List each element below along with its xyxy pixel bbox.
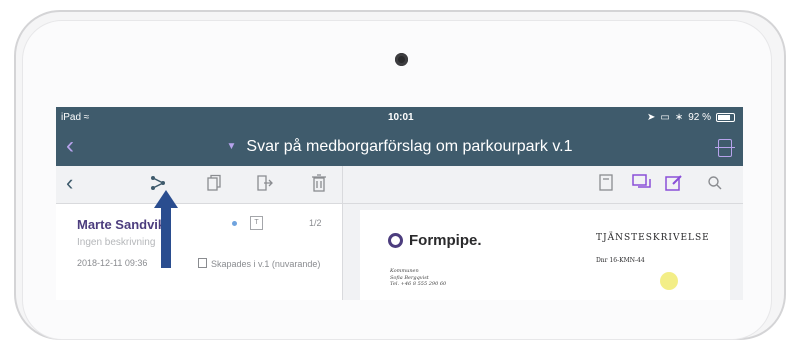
touch-pointer [660, 272, 678, 290]
document-number: Dnr 16-KMN-44 [596, 257, 645, 264]
list-item-name: Marte Sandvik [77, 217, 166, 232]
camera [395, 53, 408, 66]
comment-icon[interactable] [632, 174, 652, 194]
list-item-description: Ingen beskrivning [77, 237, 156, 248]
document-meta: Kommunen Sofia Bergqvist Tel. +46 8 555 … [390, 268, 446, 288]
screen-mirror-icon: ▭ [660, 112, 670, 123]
file-list-pane: Marte Sandvik T 1/2 Ingen beskrivning 20… [56, 204, 342, 300]
document-version: v.1 [552, 138, 573, 155]
document-icon[interactable] [599, 174, 613, 194]
wifi-icon: ≈ [83, 112, 90, 123]
brand-logo: Formpipe. [388, 232, 482, 249]
status-time: 10:01 [388, 112, 414, 123]
nav-bar: ‹ ▼ Svar på medborgarförslag om parkourpa… [56, 129, 743, 166]
status-right: ➤ ▭ ∗ 92 % [647, 112, 735, 123]
search-icon[interactable] [707, 174, 723, 194]
back-icon[interactable]: ‹ [66, 170, 73, 195]
status-device: iPad ≈ [61, 112, 90, 123]
brand-name: Formpipe. [409, 232, 482, 249]
file-type-icon: T [250, 216, 263, 230]
meta-line: Tel. +46 8 555 290 60 [390, 281, 447, 287]
battery-icon [716, 113, 735, 122]
list-item-date: 2018-12-11 09:36 [77, 258, 148, 268]
document-type: TJÄNSTESKRIVELSE [596, 233, 710, 243]
trash-icon[interactable] [312, 174, 326, 194]
logo-mark-icon [388, 233, 403, 248]
document-page[interactable]: Formpipe. TJÄNSTESKRIVELSE Dnr 16-KMN-44… [360, 210, 730, 300]
document-title-dropdown[interactable]: ▼ Svar på medborgarförslag om parkourpark… [56, 138, 743, 156]
document-preview-pane: Formpipe. TJÄNSTESKRIVELSE Dnr 16-KMN-44… [343, 204, 743, 300]
location-icon: ➤ [646, 112, 656, 123]
copy-icon[interactable] [206, 174, 222, 194]
caret-down-icon: ▼ [226, 141, 237, 153]
edit-icon[interactable] [665, 174, 683, 194]
unread-dot [232, 221, 237, 226]
status-bar: iPad ≈ 10:01 ➤ ▭ ∗ 92 % [56, 107, 743, 129]
highlight-arrow-shaft [161, 206, 171, 268]
list-item-version: Skapades i v.1 (nuvarande) [198, 258, 320, 269]
bluetooth-icon: ∗ [674, 112, 684, 123]
battery-percent: 92 % [688, 112, 711, 123]
split-view-icon[interactable] [715, 139, 735, 157]
list-item-page: 1/2 [309, 218, 322, 228]
list-item-version-text: Skapades i v.1 (nuvarande) [211, 259, 321, 269]
document-title: Svar på medborgarförslag om parkourpark [246, 138, 548, 155]
move-icon[interactable] [256, 174, 274, 194]
file-icon [198, 258, 207, 268]
